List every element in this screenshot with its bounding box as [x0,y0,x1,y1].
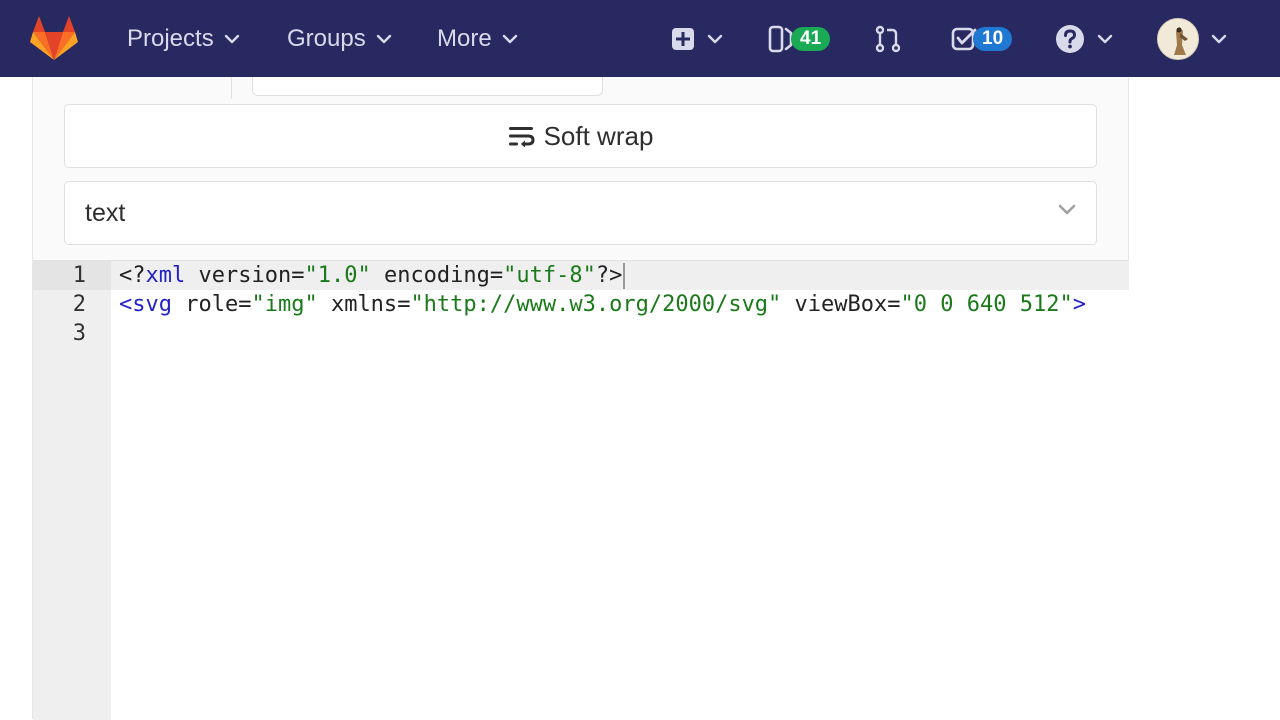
soft-wrap-button[interactable]: Soft wrap [64,104,1097,168]
code-editor[interactable]: 123 <?xml version="1.0" encoding="utf-8"… [33,260,1129,720]
code-text-area[interactable]: <?xml version="1.0" encoding="utf-8"?> <s… [111,261,1129,720]
code-token: = [291,263,305,288]
chevron-down-icon [1058,204,1076,215]
code-token: <svg [119,292,172,317]
code-token: "utf-8" [503,263,596,288]
todos-count-badge: 10 [973,27,1013,51]
top-navbar: Projects Groups More 41 10 [0,0,1280,77]
code-token: xmlns [317,292,398,317]
chevron-down-icon [1097,34,1113,44]
issues-count-badge: 41 [791,27,831,51]
nav-groups-label: Groups [287,25,366,52]
plus-square-icon [672,28,694,50]
code-line[interactable]: <?xml version="1.0" encoding="utf-8"?> [111,261,1129,290]
help-dropdown[interactable] [1055,20,1113,58]
code-token: = [238,292,252,317]
nav-projects-label: Projects [127,25,214,52]
chevron-down-icon [224,34,239,44]
code-token: "http://www.w3.org/2000/svg" [410,292,782,317]
user-menu-dropdown[interactable] [1157,18,1227,60]
code-token: <? [119,263,146,288]
code-token: viewBox [781,292,888,317]
code-token: role [171,292,239,317]
code-token: xml [145,263,186,288]
merge-requests-link[interactable] [875,20,901,58]
code-line[interactable] [111,319,1129,348]
text-cursor [623,263,626,289]
new-item-dropdown[interactable] [671,20,723,58]
file-type-value: text [85,198,126,227]
avatar [1157,18,1199,60]
code-token: = [489,263,504,288]
line-number: 3 [72,321,86,346]
gitlab-logo-icon[interactable] [29,15,79,61]
line-number-gutter: 12 3 [33,261,111,720]
nav-more-label: More [437,25,492,52]
code-token: encoding [370,263,490,288]
help-question-icon [1056,25,1084,53]
chevron-down-icon [502,34,517,44]
code-token: version [185,263,292,288]
avatar-image-icon [1158,19,1198,59]
soft-wrap-icon [508,127,535,147]
header-divider [231,77,232,99]
code-token: > [1072,292,1086,317]
code-token: = [397,292,411,317]
chevron-down-icon [707,34,723,44]
chevron-down-icon [1211,34,1227,44]
file-type-select[interactable]: text [64,181,1097,245]
nav-groups[interactable]: Groups [287,22,392,56]
code-token: "img" [251,292,318,317]
file-name-input[interactable] [252,77,603,96]
line-number: 1 [33,261,111,290]
todos-link[interactable]: 10 [951,20,1013,58]
code-token: ?> [595,263,623,288]
line-number: 2 [72,292,86,317]
code-token: "1.0" [304,263,371,288]
code-token: = [887,292,901,317]
chevron-down-icon [376,34,391,44]
issues-link[interactable]: 41 [767,20,831,58]
merge-request-icon [875,25,901,53]
code-token: "0 0 640 512" [900,292,1073,317]
nav-more[interactable]: More [437,22,518,56]
soft-wrap-label: Soft wrap [543,120,654,151]
file-editor-panel: Soft wrap text 123 <?xml version="1.0" e… [32,77,1129,720]
code-line[interactable]: <svg role="img" xmlns="http://www.w3.org… [111,290,1129,319]
nav-projects[interactable]: Projects [127,22,240,56]
